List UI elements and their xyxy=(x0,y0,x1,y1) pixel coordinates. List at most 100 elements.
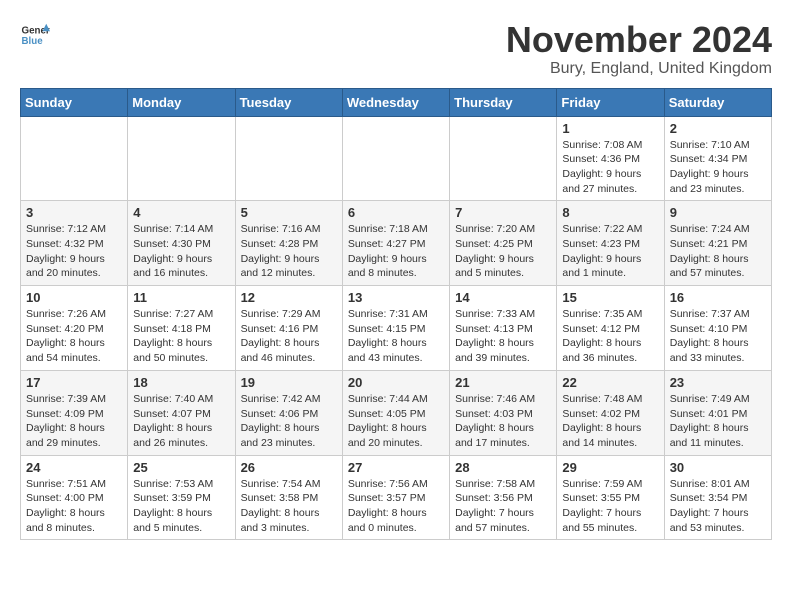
day-info: Sunrise: 7:22 AM Sunset: 4:23 PM Dayligh… xyxy=(562,222,658,281)
day-info: Sunrise: 7:39 AM Sunset: 4:09 PM Dayligh… xyxy=(26,392,122,451)
table-cell: 30Sunrise: 8:01 AM Sunset: 3:54 PM Dayli… xyxy=(664,455,771,540)
table-cell: 11 Sunrise: 7:27 AM Sunset: 4:18 PM Dayli… xyxy=(128,286,235,371)
table-cell: 8 Sunrise: 7:22 AM Sunset: 4:23 PM Daylig… xyxy=(557,201,664,286)
month-title: November 2024 xyxy=(506,20,772,60)
day-info: Sunrise: 7:40 AM Sunset: 4:07 PM Dayligh… xyxy=(133,392,229,451)
table-cell xyxy=(21,116,128,201)
day-info: Sunrise: 7:31 AM Sunset: 4:15 PM Dayligh… xyxy=(348,307,444,366)
day-info: Sunrise: 7:46 AM Sunset: 4:03 PM Dayligh… xyxy=(455,392,551,451)
table-cell: 4Sunrise: 7:14 AM Sunset: 4:30 PM Daylig… xyxy=(128,201,235,286)
table-cell: 9 Sunrise: 7:24 AM Sunset: 4:21 PM Daylig… xyxy=(664,201,771,286)
calendar-header-row: Sunday Monday Tuesday Wednesday Thursday… xyxy=(21,88,772,116)
day-info: Sunrise: 7:51 AM Sunset: 4:00 PM Dayligh… xyxy=(26,477,122,536)
day-number: 29 xyxy=(562,460,658,475)
table-cell: 26 Sunrise: 7:54 AM Sunset: 3:58 PM Dayli… xyxy=(235,455,342,540)
calendar: Sunday Monday Tuesday Wednesday Thursday… xyxy=(20,88,772,541)
day-info: Sunrise: 7:44 AM Sunset: 4:05 PM Dayligh… xyxy=(348,392,444,451)
day-info: Sunrise: 7:58 AM Sunset: 3:56 PM Dayligh… xyxy=(455,477,551,536)
table-cell: 19Sunrise: 7:42 AM Sunset: 4:06 PM Dayli… xyxy=(235,370,342,455)
day-number: 9 xyxy=(670,205,766,220)
table-cell: 20 Sunrise: 7:44 AM Sunset: 4:05 PM Dayli… xyxy=(342,370,449,455)
day-number: 21 xyxy=(455,375,551,390)
day-info: Sunrise: 7:12 AM Sunset: 4:32 PM Dayligh… xyxy=(26,222,122,281)
day-number: 25 xyxy=(133,460,229,475)
day-info: Sunrise: 7:20 AM Sunset: 4:25 PM Dayligh… xyxy=(455,222,551,281)
day-info: Sunrise: 7:26 AM Sunset: 4:20 PM Dayligh… xyxy=(26,307,122,366)
table-cell: 28Sunrise: 7:58 AM Sunset: 3:56 PM Dayli… xyxy=(450,455,557,540)
table-cell xyxy=(450,116,557,201)
day-number: 1 xyxy=(562,121,658,136)
table-cell: 25 Sunrise: 7:53 AM Sunset: 3:59 PM Dayli… xyxy=(128,455,235,540)
table-cell xyxy=(235,116,342,201)
table-cell: 29 Sunrise: 7:59 AM Sunset: 3:55 PM Dayli… xyxy=(557,455,664,540)
header-tuesday: Tuesday xyxy=(235,88,342,116)
day-info: Sunrise: 7:48 AM Sunset: 4:02 PM Dayligh… xyxy=(562,392,658,451)
table-cell: 5Sunrise: 7:16 AM Sunset: 4:28 PM Daylig… xyxy=(235,201,342,286)
day-number: 18 xyxy=(133,375,229,390)
table-cell: 6Sunrise: 7:18 AM Sunset: 4:27 PM Daylig… xyxy=(342,201,449,286)
table-cell: 22 Sunrise: 7:48 AM Sunset: 4:02 PM Dayli… xyxy=(557,370,664,455)
table-cell: 12 Sunrise: 7:29 AM Sunset: 4:16 PM Dayli… xyxy=(235,286,342,371)
day-number: 24 xyxy=(26,460,122,475)
header-monday: Monday xyxy=(128,88,235,116)
day-number: 10 xyxy=(26,290,122,305)
day-number: 30 xyxy=(670,460,766,475)
day-info: Sunrise: 7:59 AM Sunset: 3:55 PM Dayligh… xyxy=(562,477,658,536)
logo: General Blue xyxy=(20,20,50,50)
day-info: Sunrise: 7:49 AM Sunset: 4:01 PM Dayligh… xyxy=(670,392,766,451)
day-number: 7 xyxy=(455,205,551,220)
header-friday: Friday xyxy=(557,88,664,116)
day-number: 11 xyxy=(133,290,229,305)
header-thursday: Thursday xyxy=(450,88,557,116)
day-info: Sunrise: 7:42 AM Sunset: 4:06 PM Dayligh… xyxy=(241,392,337,451)
table-cell: 1 Sunrise: 7:08 AM Sunset: 4:36 PM Daylig… xyxy=(557,116,664,201)
day-info: Sunrise: 7:27 AM Sunset: 4:18 PM Dayligh… xyxy=(133,307,229,366)
table-cell: 24 Sunrise: 7:51 AM Sunset: 4:00 PM Dayli… xyxy=(21,455,128,540)
day-info: Sunrise: 7:10 AM Sunset: 4:34 PM Dayligh… xyxy=(670,138,766,197)
day-info: Sunrise: 7:16 AM Sunset: 4:28 PM Dayligh… xyxy=(241,222,337,281)
day-number: 12 xyxy=(241,290,337,305)
header-sunday: Sunday xyxy=(21,88,128,116)
day-number: 13 xyxy=(348,290,444,305)
title-area: November 2024 Bury, England, United King… xyxy=(506,20,772,78)
day-number: 20 xyxy=(348,375,444,390)
day-number: 27 xyxy=(348,460,444,475)
day-info: Sunrise: 7:18 AM Sunset: 4:27 PM Dayligh… xyxy=(348,222,444,281)
table-cell: 23Sunrise: 7:49 AM Sunset: 4:01 PM Dayli… xyxy=(664,370,771,455)
day-info: Sunrise: 7:53 AM Sunset: 3:59 PM Dayligh… xyxy=(133,477,229,536)
table-cell: 17Sunrise: 7:39 AM Sunset: 4:09 PM Dayli… xyxy=(21,370,128,455)
week-row-3: 17Sunrise: 7:39 AM Sunset: 4:09 PM Dayli… xyxy=(21,370,772,455)
day-number: 8 xyxy=(562,205,658,220)
table-cell: 15 Sunrise: 7:35 AM Sunset: 4:12 PM Dayli… xyxy=(557,286,664,371)
day-info: Sunrise: 7:56 AM Sunset: 3:57 PM Dayligh… xyxy=(348,477,444,536)
day-number: 3 xyxy=(26,205,122,220)
day-info: Sunrise: 7:33 AM Sunset: 4:13 PM Dayligh… xyxy=(455,307,551,366)
day-number: 2 xyxy=(670,121,766,136)
table-cell: 7 Sunrise: 7:20 AM Sunset: 4:25 PM Daylig… xyxy=(450,201,557,286)
svg-text:Blue: Blue xyxy=(22,36,44,47)
header-saturday: Saturday xyxy=(664,88,771,116)
day-info: Sunrise: 7:35 AM Sunset: 4:12 PM Dayligh… xyxy=(562,307,658,366)
day-number: 16 xyxy=(670,290,766,305)
table-cell xyxy=(342,116,449,201)
header: General Blue November 2024 Bury, England… xyxy=(20,20,772,78)
week-row-4: 24 Sunrise: 7:51 AM Sunset: 4:00 PM Dayli… xyxy=(21,455,772,540)
table-cell xyxy=(128,116,235,201)
day-info: Sunrise: 7:54 AM Sunset: 3:58 PM Dayligh… xyxy=(241,477,337,536)
day-info: Sunrise: 7:24 AM Sunset: 4:21 PM Dayligh… xyxy=(670,222,766,281)
table-cell: 10 Sunrise: 7:26 AM Sunset: 4:20 PM Dayli… xyxy=(21,286,128,371)
table-cell: 16Sunrise: 7:37 AM Sunset: 4:10 PM Dayli… xyxy=(664,286,771,371)
day-number: 4 xyxy=(133,205,229,220)
day-info: Sunrise: 7:08 AM Sunset: 4:36 PM Dayligh… xyxy=(562,138,658,197)
week-row-0: 1 Sunrise: 7:08 AM Sunset: 4:36 PM Daylig… xyxy=(21,116,772,201)
day-number: 22 xyxy=(562,375,658,390)
day-number: 14 xyxy=(455,290,551,305)
week-row-1: 3 Sunrise: 7:12 AM Sunset: 4:32 PM Daylig… xyxy=(21,201,772,286)
day-number: 26 xyxy=(241,460,337,475)
header-wednesday: Wednesday xyxy=(342,88,449,116)
day-info: Sunrise: 7:29 AM Sunset: 4:16 PM Dayligh… xyxy=(241,307,337,366)
table-cell: 27 Sunrise: 7:56 AM Sunset: 3:57 PM Dayli… xyxy=(342,455,449,540)
table-cell: 3 Sunrise: 7:12 AM Sunset: 4:32 PM Daylig… xyxy=(21,201,128,286)
table-cell: 21 Sunrise: 7:46 AM Sunset: 4:03 PM Dayli… xyxy=(450,370,557,455)
day-number: 15 xyxy=(562,290,658,305)
